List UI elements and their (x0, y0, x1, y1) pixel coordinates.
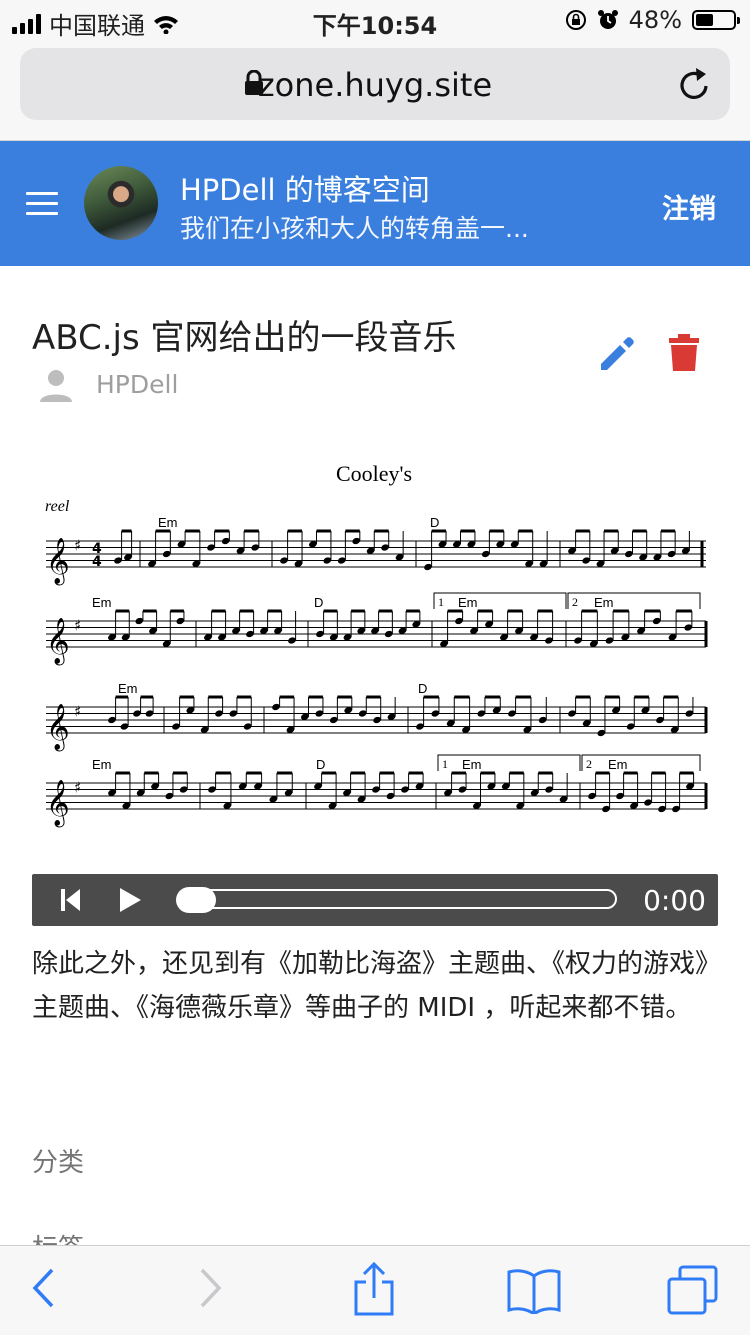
edit-icon[interactable] (597, 334, 637, 374)
treble-clef: 𝄞 (46, 618, 70, 666)
chord-symbol: Em (118, 681, 138, 696)
battery-percent: 48% (628, 6, 682, 34)
play-icon[interactable] (118, 887, 142, 913)
progress-knob[interactable] (176, 887, 216, 913)
ending-bracket (567, 592, 701, 609)
battery-icon (692, 10, 740, 30)
tabs-icon[interactable] (666, 1264, 720, 1316)
key-signature: ♯ (74, 703, 81, 721)
url-text: zone.huyg.site (257, 66, 493, 104)
orientation-lock-icon (565, 10, 586, 30)
forward-icon[interactable] (198, 1266, 224, 1310)
bookmarks-icon[interactable] (506, 1268, 562, 1314)
chord-symbol: Em (458, 595, 478, 610)
alarm-icon (597, 10, 618, 29)
meter-bottom: 4 (92, 554, 102, 570)
status-bar: 中国联通 下午10:54 48% (0, 0, 750, 40)
app-header: HPDell 的博客空间 我们在小孩和大人的转角盖一... 注销 (0, 141, 750, 266)
post-paragraph: 除此之外，还见到有《加勒比海盗》主题曲、《权力的游戏》主题曲、《海德薇乐章》等曲… (32, 949, 722, 1023)
score-title: Cooley's (336, 461, 412, 486)
ending-number: 2 (586, 757, 592, 771)
ending-bracket (433, 592, 567, 609)
treble-clef: 𝄞 (46, 704, 70, 752)
address-bar[interactable]: zone.huyg.site (20, 48, 730, 120)
treble-clef: 𝄞 (46, 780, 70, 828)
key-signature: ♯ (74, 779, 81, 797)
back-icon[interactable] (30, 1266, 56, 1310)
key-signature: ♯ (74, 537, 81, 555)
browser-address-area: zone.huyg.site (0, 40, 750, 141)
reload-icon[interactable] (678, 66, 712, 102)
chord-symbol: Em (462, 757, 482, 772)
key-signature: ♯ (74, 617, 81, 635)
share-icon[interactable] (352, 1262, 396, 1316)
player-time: 0:00 (643, 884, 706, 917)
chord-symbol: Em (608, 757, 628, 772)
chord-symbol: Em (92, 757, 112, 772)
avatar (84, 166, 158, 240)
menu-icon[interactable] (26, 192, 58, 222)
browser-toolbar (0, 1245, 750, 1335)
post-author[interactable]: HPDell (96, 370, 178, 399)
score-rhythm: reel (45, 498, 70, 515)
chord-symbol: D (316, 757, 325, 772)
chord-symbol: Em (92, 595, 112, 610)
treble-clef: 𝄞 (46, 538, 70, 586)
ending-number: 1 (442, 757, 448, 771)
status-right: 48% (565, 6, 740, 34)
chord-symbol: D (418, 681, 427, 696)
chord-symbol: Em (158, 515, 178, 530)
chord-symbol: D (314, 595, 323, 610)
ending-number: 2 (572, 595, 578, 609)
delete-icon[interactable] (668, 333, 700, 373)
ending-bracket (581, 754, 701, 771)
category-label: 分类 (32, 1148, 85, 1178)
chord-symbol: Em (594, 595, 614, 610)
blog-subtitle: 我们在小孩和大人的转角盖一... (180, 214, 529, 243)
blog-title[interactable]: HPDell 的博客空间 (180, 167, 430, 209)
sheet-music: Cooley's reel 𝄞 ♯ 44Em D𝄞 ♯Em D Em Em1 2𝄞 ♯Em D𝄞 ♯E… (45, 461, 708, 828)
restart-icon[interactable] (60, 888, 82, 912)
ending-bracket (437, 754, 581, 771)
logout-button[interactable]: 注销 (662, 187, 716, 226)
progress-track[interactable] (177, 889, 617, 909)
chord-symbol: D (430, 515, 439, 530)
person-icon (40, 370, 72, 402)
post-title: ABC.js 官网给出的一段音乐 (32, 318, 457, 358)
ending-number: 1 (438, 595, 444, 609)
midi-player: 0:00 (32, 874, 718, 926)
